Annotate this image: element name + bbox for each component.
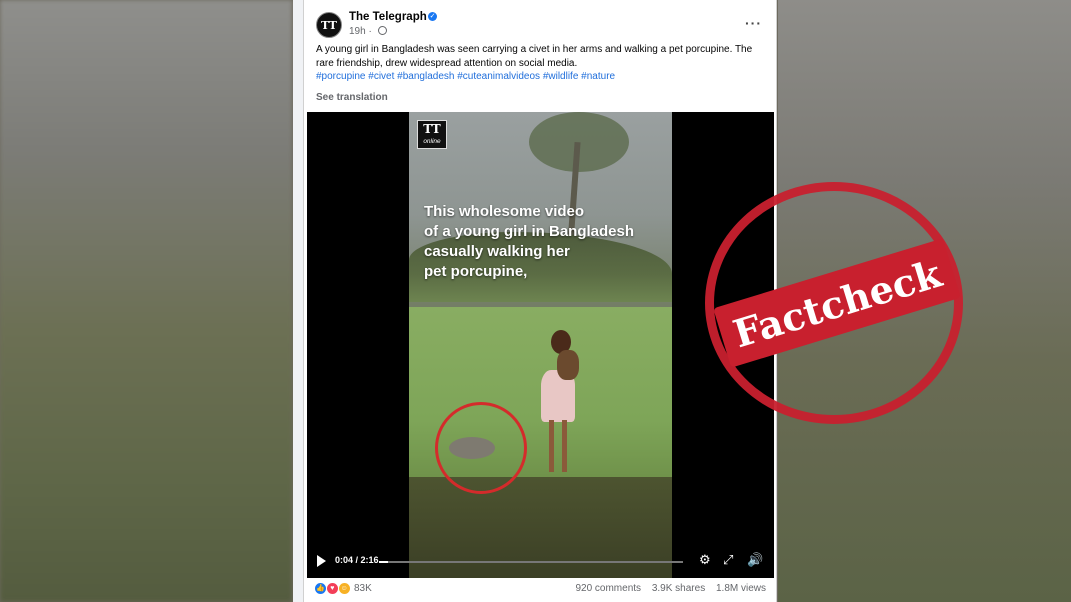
- fullscreen-icon[interactable]: ⤢: [723, 553, 733, 567]
- caption-line: pet porcupine,: [424, 263, 528, 280]
- background-left: [0, 0, 292, 602]
- page-avatar[interactable]: TT: [316, 12, 342, 38]
- caption-line: This wholesome video: [424, 203, 585, 220]
- tt-online-logo: TT online: [417, 120, 447, 149]
- reaction-icons[interactable]: 👍 ♥ ☺: [314, 582, 351, 595]
- care-reaction-icon: ☺: [337, 582, 351, 595]
- play-icon[interactable]: [317, 555, 326, 567]
- girl-figure: [541, 330, 577, 472]
- video-progress-fill: [379, 561, 389, 563]
- more-options-icon[interactable]: ···: [745, 15, 762, 31]
- post-hashtags[interactable]: #porcupine #civet #bangladesh #cuteanima…: [316, 71, 615, 82]
- comments-count[interactable]: 920 comments: [575, 583, 641, 594]
- page-name[interactable]: The Telegraph: [349, 11, 427, 23]
- post-footer: 👍 ♥ ☺ 83K 920 comments 3.9K shares 1.8M …: [314, 582, 766, 598]
- post-message: A young girl in Bangladesh was seen carr…: [316, 44, 753, 69]
- reaction-count[interactable]: 83K: [354, 583, 372, 594]
- video-caption: This wholesome video of a young girl in …: [424, 202, 664, 282]
- logo-sub: online: [423, 138, 441, 145]
- views-count: 1.8M views: [715, 583, 766, 594]
- globe-icon: [377, 26, 387, 35]
- post-time[interactable]: 19h ·: [349, 26, 387, 37]
- logo-main: TT: [423, 122, 441, 136]
- volume-icon[interactable]: 🔊: [747, 553, 763, 567]
- post-text: A young girl in Bangladesh was seen carr…: [316, 43, 764, 84]
- post-header: TT The Telegraph ✓ 19h · ···: [316, 11, 766, 41]
- verified-badge-icon: ✓: [428, 12, 437, 21]
- shares-count[interactable]: 3.9K shares: [652, 583, 705, 594]
- caption-line: of a young girl in Bangladesh: [424, 223, 635, 240]
- video-player[interactable]: TT online This wholesome video of a youn…: [307, 112, 774, 578]
- caption-line: casually walking her: [424, 243, 570, 260]
- highlight-circle: [435, 402, 527, 494]
- civet: [557, 350, 579, 380]
- feed-gutter: [293, 0, 303, 602]
- post-time-label: 19h: [349, 26, 366, 37]
- girl-legs: [549, 420, 567, 472]
- see-translation-link[interactable]: See translation: [316, 92, 388, 103]
- video-timecode: 0:04 / 2:16: [335, 555, 379, 565]
- factcheck-stamp: Factcheck: [705, 182, 963, 424]
- video-controls: 0:04 / 2:16 ⚙ ⤢ 🔊: [307, 546, 774, 578]
- post-stats: 920 comments 3.9K shares 1.8M views: [567, 583, 766, 594]
- video-progress-bar[interactable]: [379, 561, 683, 563]
- settings-gear-icon[interactable]: ⚙: [699, 553, 711, 567]
- video-frame: TT online This wholesome video of a youn…: [409, 112, 672, 578]
- love-reaction-icon: ♥: [325, 582, 339, 595]
